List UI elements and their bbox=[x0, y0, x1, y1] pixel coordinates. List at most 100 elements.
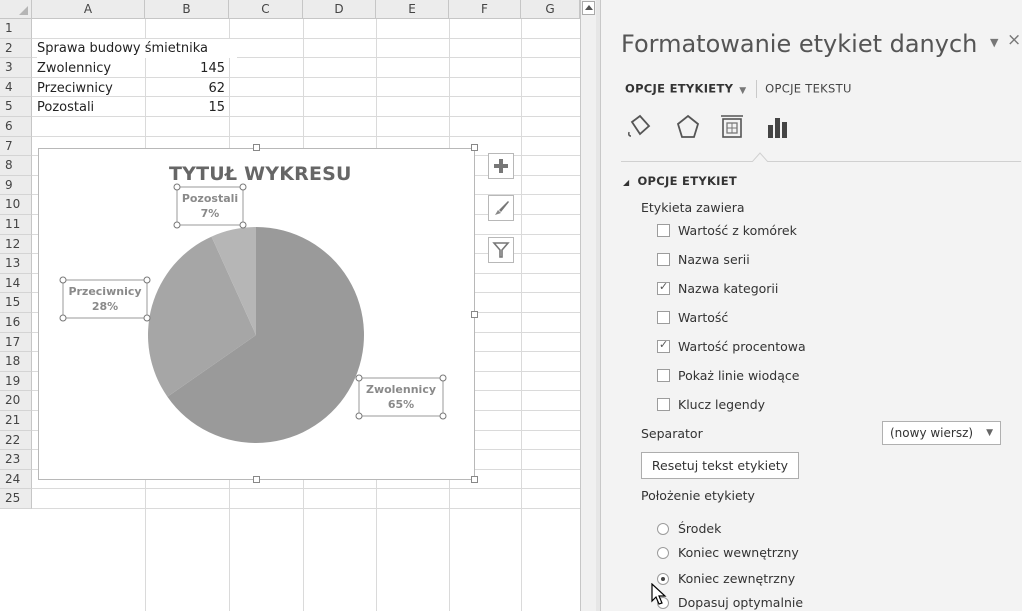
bar-chart-options-icon[interactable] bbox=[763, 112, 793, 142]
row-header[interactable]: 4 bbox=[0, 77, 32, 98]
format-data-labels-pane: Formatowanie etykiet danych ▼ × OPCJE ET… bbox=[601, 0, 1022, 611]
pane-options-chevron-icon[interactable]: ▼ bbox=[990, 36, 998, 49]
section-header-label-options[interactable]: OPCJE ETYKIET bbox=[637, 174, 737, 188]
cell-b4[interactable]: 15 bbox=[145, 98, 225, 117]
checkbox[interactable] bbox=[657, 369, 670, 382]
row-header[interactable]: 11 bbox=[0, 215, 32, 235]
cell-a2[interactable]: Zwolennicy bbox=[37, 59, 111, 78]
row-header[interactable]: 25 bbox=[0, 489, 32, 509]
row-header[interactable]: 10 bbox=[0, 195, 32, 215]
radio-button[interactable] bbox=[657, 547, 669, 559]
chevron-down-icon[interactable]: ▼ bbox=[739, 86, 746, 96]
row-header[interactable]: 21 bbox=[0, 411, 32, 431]
data-label-handle[interactable] bbox=[143, 314, 151, 322]
column-header-b[interactable]: B bbox=[145, 0, 229, 19]
chart-resize-handle[interactable] bbox=[471, 476, 478, 483]
cell-a4[interactable]: Pozostali bbox=[37, 98, 94, 117]
checkbox-label: Wartość z komórek bbox=[678, 223, 797, 238]
data-label-handle[interactable] bbox=[173, 221, 181, 229]
chart-elements-button[interactable] bbox=[488, 153, 514, 179]
data-label-category: Zwolennicy bbox=[366, 383, 436, 396]
data-label-category: Pozostali bbox=[182, 192, 238, 205]
row-header[interactable]: 1 bbox=[0, 19, 32, 39]
collapse-triangle-icon[interactable]: ◢ bbox=[623, 178, 629, 187]
data-label-przeciwnicy[interactable]: Przeciwnicy 28% bbox=[59, 276, 151, 322]
separator-value: (nowy wiersz) bbox=[890, 426, 974, 440]
checkbox[interactable] bbox=[657, 311, 670, 324]
vertical-scrollbar[interactable] bbox=[580, 0, 596, 611]
chart-filters-button[interactable] bbox=[488, 237, 514, 263]
chart-resize-handle[interactable] bbox=[253, 476, 260, 483]
data-label-handle[interactable] bbox=[143, 276, 151, 284]
checkbox-label: Nazwa serii bbox=[678, 252, 750, 267]
data-label-handle[interactable] bbox=[439, 412, 447, 420]
chart-resize-handle[interactable] bbox=[471, 144, 478, 151]
tab-label-options[interactable]: OPCJE ETYKIETY bbox=[625, 82, 733, 96]
checkbox[interactable] bbox=[657, 280, 670, 295]
row-header[interactable]: 12 bbox=[0, 234, 32, 255]
plus-icon bbox=[494, 159, 508, 173]
row-header[interactable]: 20 bbox=[0, 391, 32, 411]
column-header-c[interactable]: C bbox=[229, 0, 303, 19]
separator-dropdown[interactable]: (nowy wiersz) ▼ bbox=[882, 421, 1001, 445]
checkbox-label: Wartość procentowa bbox=[678, 339, 806, 354]
cell-b3[interactable]: 62 bbox=[145, 79, 225, 98]
chart-styles-button[interactable] bbox=[488, 195, 514, 221]
tab-text-options[interactable]: OPCJE TEKSTU bbox=[765, 82, 852, 96]
select-all-corner[interactable] bbox=[0, 0, 32, 19]
row-header[interactable]: 14 bbox=[0, 273, 32, 294]
checkbox-label: Klucz legendy bbox=[678, 397, 766, 412]
data-label-handle[interactable] bbox=[355, 412, 363, 420]
close-icon[interactable]: × bbox=[1007, 30, 1021, 50]
row-header[interactable]: 24 bbox=[0, 469, 32, 490]
row-header[interactable]: 23 bbox=[0, 450, 32, 470]
row-header[interactable]: 7 bbox=[0, 136, 32, 157]
data-label-handle[interactable] bbox=[59, 314, 67, 322]
row-header[interactable]: 15 bbox=[0, 293, 32, 313]
row-header[interactable]: 13 bbox=[0, 254, 32, 274]
row-header[interactable]: 6 bbox=[0, 117, 32, 137]
chevron-down-icon: ▼ bbox=[986, 428, 993, 438]
checkbox[interactable] bbox=[657, 253, 670, 266]
column-header-g[interactable]: G bbox=[521, 0, 580, 19]
scroll-up-arrow-icon[interactable] bbox=[582, 1, 595, 15]
row-header[interactable]: 9 bbox=[0, 175, 32, 196]
data-label-pozostali[interactable]: Pozostali 7% bbox=[173, 183, 247, 229]
spreadsheet[interactable]: A B C D E F G 1 2 3 4 5 6 7 8 9 10 11 12 13 14 15 16 17 1… bbox=[0, 0, 580, 611]
radio-button[interactable] bbox=[657, 523, 669, 535]
column-header-e[interactable]: E bbox=[376, 0, 449, 19]
checkbox-label: Wartość bbox=[678, 310, 729, 325]
chart-title[interactable]: TYTUŁ WYKRESU bbox=[169, 163, 352, 185]
data-label-zwolennicy[interactable]: Zwolennicy 65% bbox=[355, 374, 447, 420]
row-header[interactable]: 16 bbox=[0, 313, 32, 333]
chart-resize-handle[interactable] bbox=[471, 311, 478, 318]
cell-a1[interactable]: Sprawa budowy śmietnika bbox=[37, 39, 237, 58]
data-label-handle[interactable] bbox=[59, 276, 67, 284]
cell-b2[interactable]: 145 bbox=[145, 59, 225, 78]
column-header-d[interactable]: D bbox=[303, 0, 376, 19]
column-header-f[interactable]: F bbox=[449, 0, 521, 19]
data-label-handle[interactable] bbox=[355, 374, 363, 382]
row-header[interactable]: 5 bbox=[0, 97, 32, 117]
checkbox[interactable] bbox=[657, 338, 670, 353]
column-header-a[interactable]: A bbox=[32, 0, 145, 19]
data-label-handle[interactable] bbox=[439, 374, 447, 382]
row-header[interactable]: 2 bbox=[0, 38, 32, 59]
checkbox[interactable] bbox=[657, 224, 670, 237]
cell-a3[interactable]: Przeciwnicy bbox=[37, 79, 113, 98]
row-header[interactable]: 3 bbox=[0, 58, 32, 78]
effects-icon[interactable] bbox=[673, 112, 703, 142]
row-header[interactable]: 19 bbox=[0, 371, 32, 392]
pie-chart[interactable]: Zwolennicy 65% Przeciwnicy 28% Pozostali 7% T… bbox=[38, 148, 475, 480]
pie-chart-canvas: Zwolennicy 65% Przeciwnicy 28% Pozostali 7% bbox=[59, 183, 447, 443]
row-header[interactable]: 8 bbox=[0, 156, 32, 176]
checkbox[interactable] bbox=[657, 398, 670, 411]
size-properties-icon[interactable] bbox=[717, 112, 747, 142]
row-header[interactable]: 18 bbox=[0, 352, 32, 372]
row-header[interactable]: 17 bbox=[0, 332, 32, 353]
data-label-handle[interactable] bbox=[239, 221, 247, 229]
fill-line-icon[interactable] bbox=[625, 112, 655, 142]
chart-resize-handle[interactable] bbox=[253, 144, 260, 151]
reset-label-text-button[interactable]: Resetuj tekst etykiety bbox=[641, 452, 799, 479]
row-header[interactable]: 22 bbox=[0, 430, 32, 451]
